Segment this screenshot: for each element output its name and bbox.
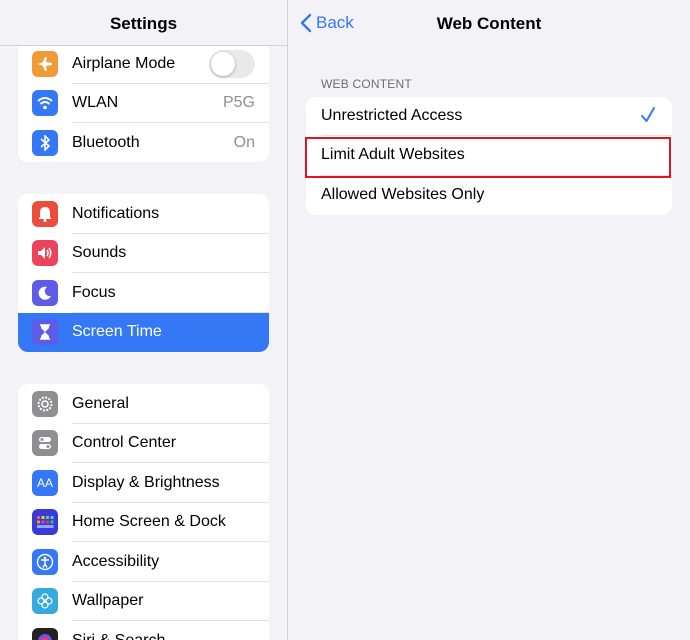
detail-header: Web Content Back <box>288 0 690 46</box>
sidebar-item-label: Wallpaper <box>72 592 144 610</box>
sidebar-item-label: Control Center <box>72 434 177 452</box>
speaker-icon <box>32 240 58 267</box>
back-label: Back <box>316 13 354 32</box>
bluetooth-icon <box>32 129 58 156</box>
sidebar-item-label: Airplane Mode <box>72 54 176 72</box>
sidebar-item-focus[interactable]: Focus <box>18 273 269 313</box>
sidebar-item-control-center[interactable]: Control Center <box>18 424 269 463</box>
wlan-value: P5G <box>222 94 255 112</box>
wifi-icon <box>32 90 58 117</box>
option-label: Allowed Websites Only <box>321 185 485 203</box>
sidebar-item-display-brightness[interactable]: AA Display & Brightness <box>18 463 269 503</box>
bell-icon <box>32 200 58 227</box>
option-allowed-websites-only[interactable]: Allowed Websites Only <box>306 176 672 215</box>
app-grid-icon <box>32 509 58 536</box>
sidebar-item-label: Siri & Search <box>72 632 165 640</box>
settings-sidebar: Settings Airplane Mode WLAN P5G Bluetoot… <box>0 0 287 640</box>
hourglass-icon <box>32 319 58 346</box>
flower-icon <box>32 588 58 615</box>
sidebar-item-label: Home Screen & Dock <box>72 513 226 531</box>
sidebar-item-general[interactable]: General <box>18 384 269 424</box>
sidebar-item-wlan[interactable]: WLAN P5G <box>18 84 269 123</box>
sidebar-item-home-screen-dock[interactable]: Home Screen & Dock <box>18 503 269 542</box>
sidebar-item-label: Display & Brightness <box>72 473 220 491</box>
sidebar-header: Settings <box>0 0 287 46</box>
option-label: Unrestricted Access <box>321 107 463 124</box>
chevron-left-icon <box>300 13 312 33</box>
gear-icon <box>32 390 58 417</box>
back-button[interactable]: Back <box>300 13 354 33</box>
settings-group-general: General Control Center AA Display & Brig… <box>18 384 269 640</box>
sidebar-title: Settings <box>109 14 178 33</box>
sidebar-item-screen-time[interactable]: Screen Time <box>18 312 269 352</box>
bluetooth-value: On <box>233 133 255 151</box>
sidebar-item-bluetooth[interactable]: Bluetooth On <box>18 123 269 162</box>
sidebar-item-wallpaper[interactable]: Wallpaper <box>18 582 269 621</box>
sidebar-item-sounds[interactable]: Sounds <box>18 234 269 273</box>
moon-icon <box>32 279 58 306</box>
text-size-icon: AA <box>32 469 58 496</box>
sidebar-item-label: Screen Time <box>72 323 162 341</box>
section-header: WEB CONTENT <box>321 77 412 91</box>
detail-pane: Web Content Back WEB CONTENT Unrestricte… <box>288 0 690 640</box>
sidebar-item-label: General <box>72 394 129 412</box>
sidebar-item-label: Notifications <box>72 204 160 222</box>
sidebar-item-label: Focus <box>72 283 116 301</box>
settings-group-connectivity: Airplane Mode WLAN P5G Bluetooth On <box>18 44 269 162</box>
sidebar-item-siri-search[interactable]: Siri & Search <box>18 621 269 640</box>
sidebar-item-label: Sounds <box>72 244 127 262</box>
accessibility-icon <box>32 548 58 575</box>
airplane-mode-toggle[interactable] <box>209 49 255 78</box>
sidebar-item-notifications[interactable]: Notifications <box>18 194 269 234</box>
sidebar-item-label: WLAN <box>72 94 119 112</box>
sidebar-item-accessibility[interactable]: Accessibility <box>18 542 269 582</box>
option-unrestricted-access[interactable]: Unrestricted Access <box>306 97 672 137</box>
sidebar-item-label: Accessibility <box>72 552 160 570</box>
airplane-icon <box>32 50 58 77</box>
siri-icon <box>32 627 58 640</box>
switches-icon <box>32 430 58 457</box>
checkmark-icon <box>641 107 655 122</box>
settings-group-attention: Notifications Sounds Focus Screen Time <box>18 194 269 352</box>
sidebar-item-airplane-mode[interactable]: Airplane Mode <box>18 44 269 84</box>
sidebar-item-label: Bluetooth <box>72 133 140 151</box>
highlight-box <box>305 137 671 178</box>
